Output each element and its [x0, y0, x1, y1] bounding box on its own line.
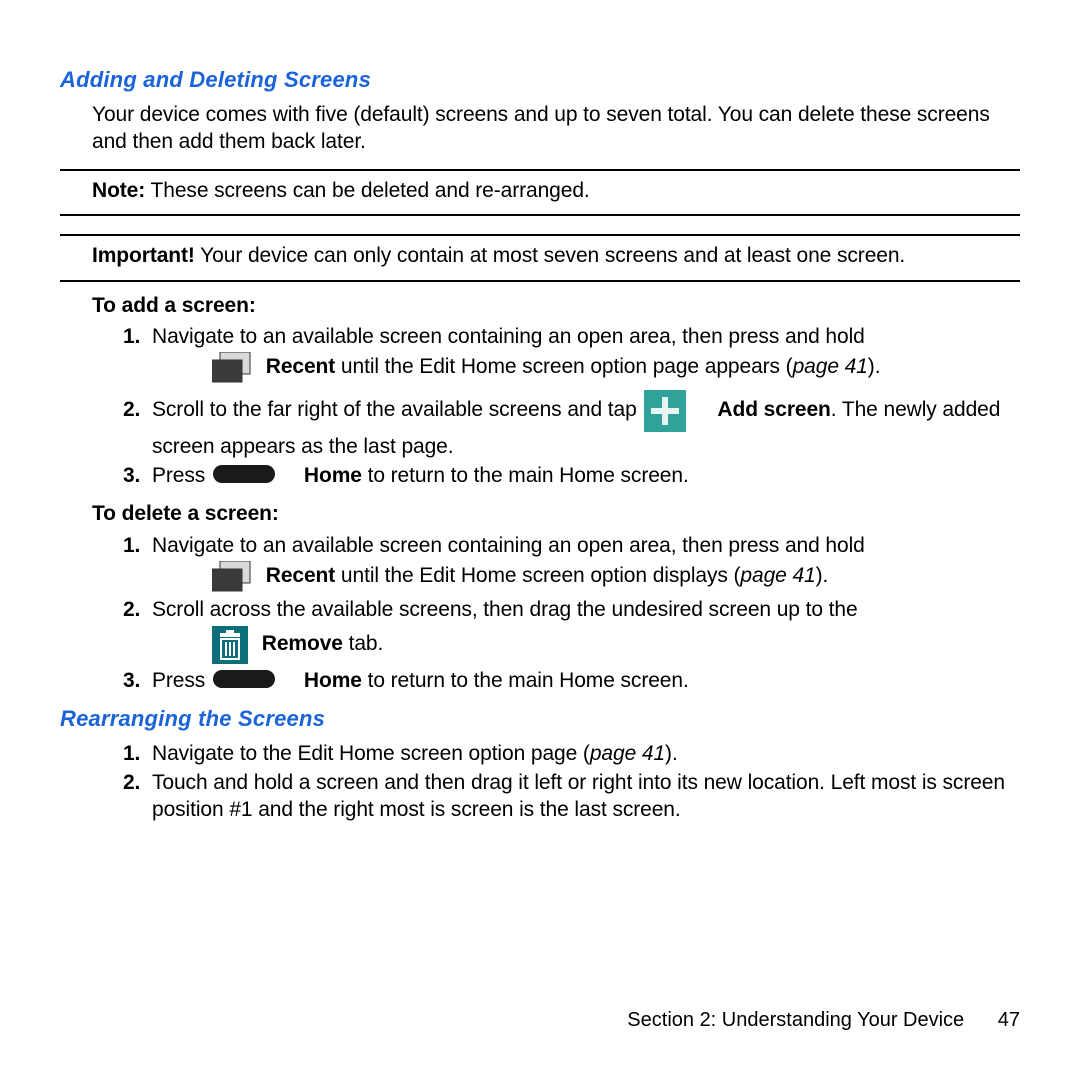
- list-item: Navigate to the Edit Home screen option …: [146, 740, 1020, 767]
- home-button-icon: [213, 463, 275, 490]
- list-item: Navigate to an available screen containi…: [146, 532, 1020, 595]
- step-text: Scroll across the available screens, the…: [152, 598, 858, 621]
- step-bold: Remove: [262, 632, 343, 655]
- heading-adding-deleting: Adding and Deleting Screens: [60, 66, 1020, 95]
- note-text: These screens can be deleted and re-arra…: [145, 179, 589, 202]
- step-bold: Add screen: [717, 398, 830, 421]
- important-block: Important! Your device can only contain …: [92, 242, 988, 269]
- list-item: Touch and hold a screen and then drag it…: [146, 769, 1020, 824]
- step-text: ).: [868, 356, 881, 379]
- divider: [60, 280, 1020, 282]
- step-bold: Recent: [266, 356, 335, 379]
- divider: [60, 169, 1020, 171]
- page-ref: page 41: [590, 742, 665, 765]
- note-label: Note:: [92, 179, 145, 202]
- list-item: Scroll across the available screens, the…: [146, 596, 1020, 665]
- step-text: Navigate to an available screen containi…: [152, 534, 865, 557]
- important-label: Important!: [92, 244, 195, 267]
- divider: [60, 234, 1020, 236]
- footer-section-label: Section 2: Understanding Your Device: [627, 1009, 964, 1031]
- step-text: Press: [152, 669, 211, 692]
- recent-icon: [212, 561, 252, 600]
- step-text: until the Edit Home screen option page a…: [335, 356, 792, 379]
- footer-page-number: 47: [998, 1009, 1020, 1031]
- step-text: Navigate to an available screen containi…: [152, 325, 865, 348]
- step-text: ).: [816, 564, 829, 587]
- important-text: Your device can only contain at most sev…: [195, 244, 905, 267]
- divider: [60, 214, 1020, 216]
- step-bold: Recent: [266, 564, 335, 587]
- home-button-icon: [213, 668, 275, 695]
- label-to-delete: To delete a screen:: [92, 500, 1020, 527]
- intro-paragraph: Your device comes with five (default) sc…: [92, 101, 1020, 156]
- heading-rearranging: Rearranging the Screens: [60, 705, 1020, 734]
- step-text: ).: [665, 742, 678, 765]
- rearrange-steps: Navigate to the Edit Home screen option …: [112, 740, 1020, 824]
- step-text: Touch and hold a screen and then drag it…: [152, 771, 1005, 821]
- step-text: until the Edit Home screen option displa…: [335, 564, 740, 587]
- page-ref: page 41: [740, 564, 815, 587]
- step-bold: Home: [304, 669, 362, 692]
- step-text: Navigate to the Edit Home screen option …: [152, 742, 590, 765]
- step-text: to return to the main Home screen.: [362, 464, 689, 487]
- step-bold: Home: [304, 464, 362, 487]
- recent-icon: [212, 352, 252, 391]
- list-item: Navigate to an available screen containi…: [146, 323, 1020, 386]
- label-to-add: To add a screen:: [92, 292, 1020, 319]
- step-text: Scroll to the far right of the available…: [152, 398, 642, 421]
- step-text: to return to the main Home screen.: [362, 669, 689, 692]
- list-item: Press Home to return to the main Home sc…: [146, 462, 1020, 490]
- list-item: Press Home to return to the main Home sc…: [146, 667, 1020, 695]
- page-footer: Section 2: Understanding Your Device 47: [627, 1009, 1020, 1032]
- step-text: tab.: [343, 632, 383, 655]
- step-text: Press: [152, 464, 211, 487]
- page-ref: page 41: [793, 356, 868, 379]
- delete-steps: Navigate to an available screen containi…: [112, 532, 1020, 695]
- add-steps: Navigate to an available screen containi…: [112, 323, 1020, 490]
- plus-icon: [644, 390, 686, 439]
- list-item: Scroll to the far right of the available…: [146, 388, 1020, 461]
- trash-icon: [212, 626, 248, 671]
- note-block: Note: These screens can be deleted and r…: [92, 177, 988, 204]
